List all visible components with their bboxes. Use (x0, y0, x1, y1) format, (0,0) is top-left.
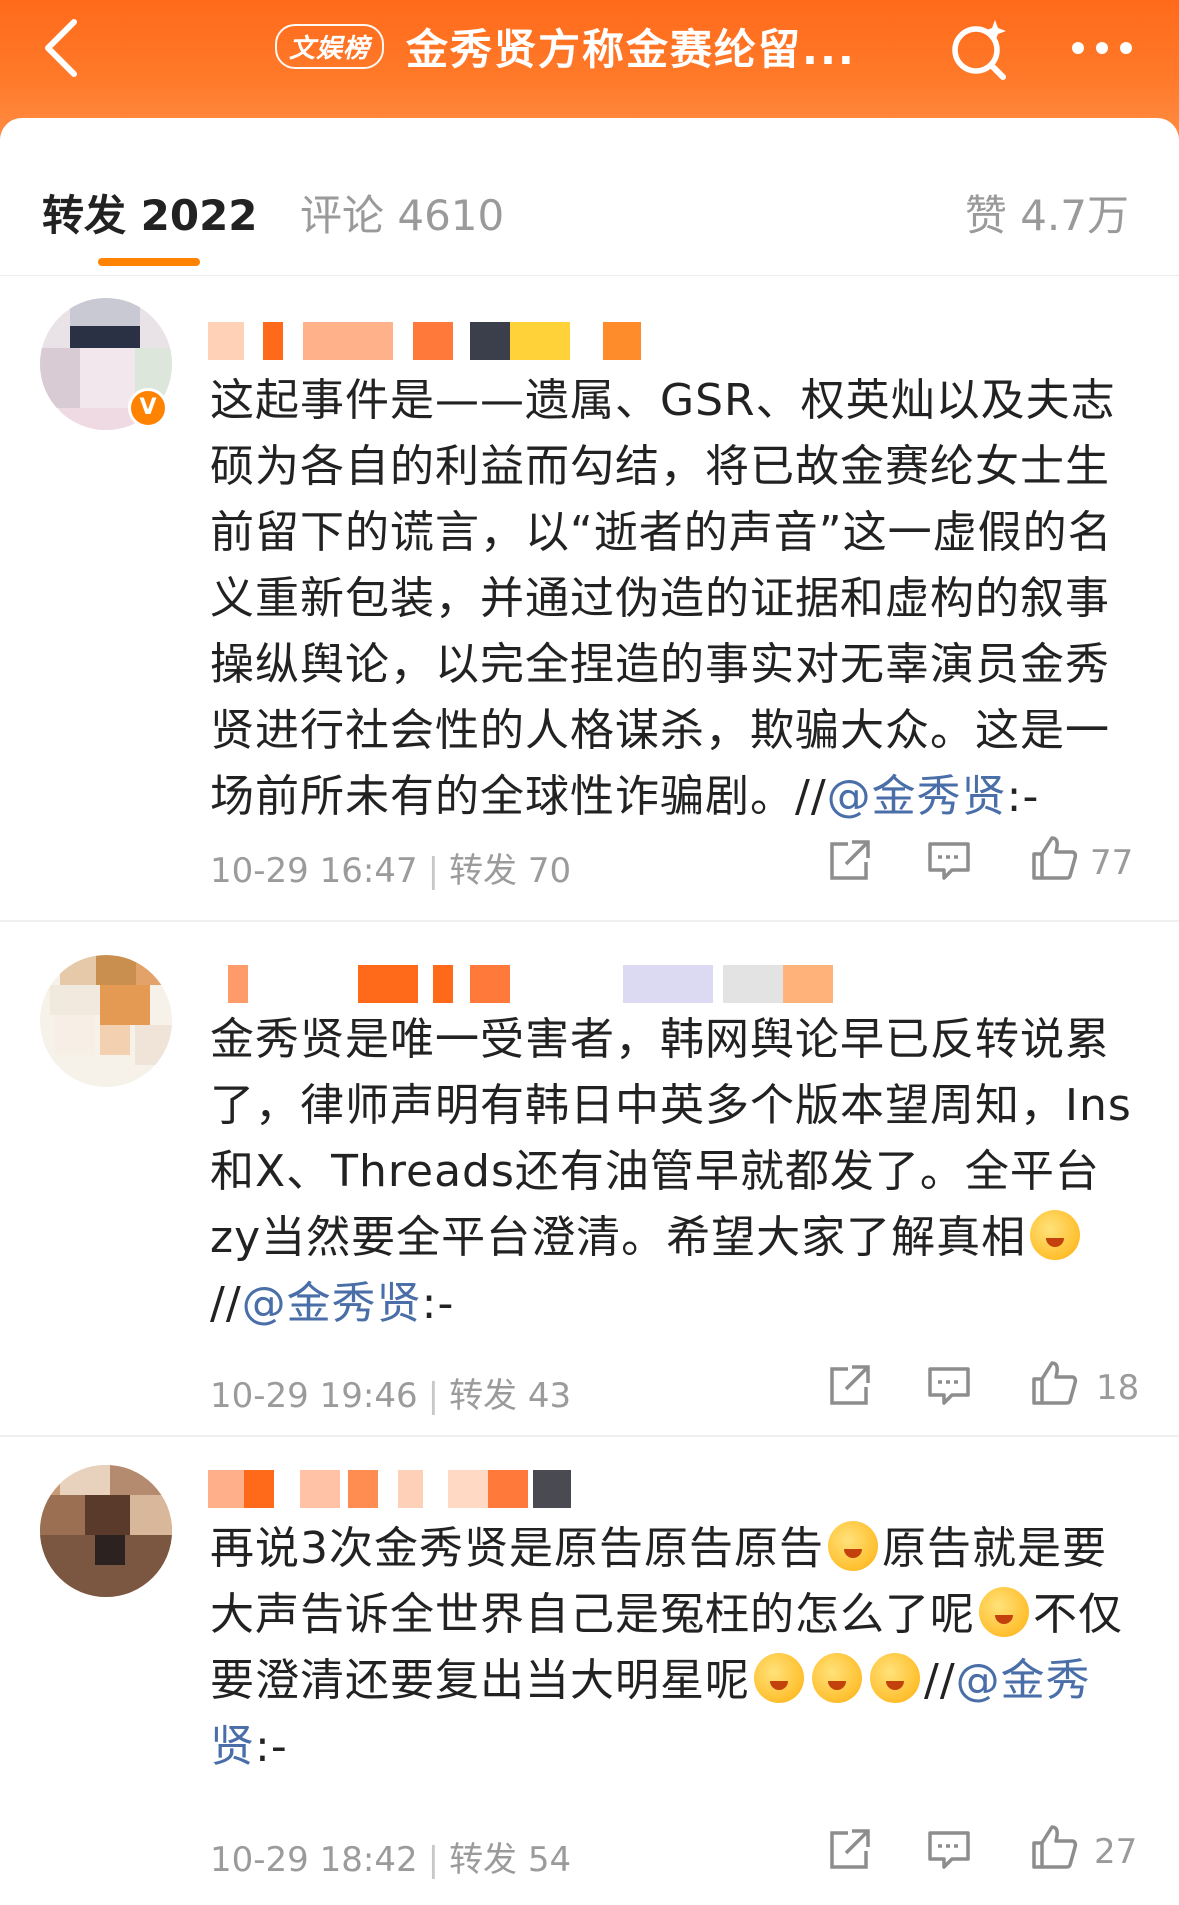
post-body: 再说3次金秀贤是原告原告原告 (210, 1523, 824, 1574)
comment-button[interactable] (926, 1827, 972, 1877)
like-count: 77 (1090, 843, 1134, 883)
post-suffix: :- (255, 1721, 288, 1772)
comment-button[interactable] (926, 1363, 972, 1413)
post-body: 这起事件是——遗属、GSR、权英灿以及夫志硕为各自的利益而勾结，将已故金赛纶女士… (210, 375, 1116, 822)
post-meta: 10-29 18:42 | 转发 54 (210, 1840, 572, 1880)
repost-count: 转发 43 (449, 1376, 572, 1416)
like-icon (1032, 836, 1078, 880)
post-meta: 10-29 16:47 | 转发 70 (210, 851, 572, 891)
tab-repost[interactable]: 转发 2022 (42, 182, 258, 243)
divider (0, 1435, 1179, 1437)
verified-badge: V (128, 388, 168, 428)
top-bar: 文娱榜 金秀贤方称金赛纶留... (0, 0, 1179, 158)
like-button[interactable] (1030, 1359, 1078, 1411)
post-suffix: :- (421, 1278, 455, 1329)
username[interactable] (208, 965, 833, 1005)
list-item: V 这起事件是——遗属、GSR、权英灿以及夫志硕为各自的利益而勾结，将已故金赛纶… (0, 290, 1179, 920)
comment-icon (928, 842, 970, 880)
content-sheet-edge (0, 118, 1179, 158)
mention-link[interactable]: @金秀贤 (242, 1278, 422, 1329)
timestamp: 10-29 19:46 (210, 1376, 418, 1416)
post-separator: // (924, 1655, 956, 1706)
emoji-icon (812, 1653, 862, 1703)
post-text: 再说3次金秀贤是原告原告原告 原告就是要大声告诉全世界自己是冤枉的怎么了呢 不仅要澄… (210, 1516, 1135, 1780)
back-button[interactable] (30, 12, 100, 82)
share-icon (830, 840, 870, 880)
more-dots-icon (1072, 42, 1132, 54)
timestamp: 10-29 16:47 (210, 851, 418, 891)
topic-badge: 文娱榜 (275, 23, 385, 69)
comment-icon (928, 1367, 970, 1405)
share-button[interactable] (826, 838, 872, 888)
share-icon (830, 1365, 870, 1405)
post-text: 这起事件是——遗属、GSR、权英灿以及夫志硕为各自的利益而勾结，将已故金赛纶女士… (210, 368, 1135, 830)
emoji-icon (979, 1587, 1029, 1637)
title-bar: 文娱榜 金秀贤方称金赛纶留... (275, 16, 856, 76)
repost-count: 转发 54 (449, 1840, 572, 1880)
more-button[interactable] (1060, 14, 1150, 84)
like-button[interactable] (1030, 1823, 1078, 1875)
like-button[interactable] (1030, 834, 1078, 886)
divider (0, 920, 1179, 922)
avatar[interactable] (40, 1465, 172, 1597)
like-count: 27 (1094, 1832, 1138, 1872)
post-meta: 10-29 19:46 | 转发 43 (210, 1376, 572, 1416)
list-item: 再说3次金秀贤是原告原告原告 原告就是要大声告诉全世界自己是冤枉的怎么了呢 不仅要澄… (0, 1450, 1179, 1905)
emoji-icon (828, 1521, 878, 1571)
emoji-icon (870, 1653, 920, 1703)
mention-link[interactable]: @金秀贤 (827, 771, 1007, 822)
page-title: 金秀贤方称金赛纶留... (406, 24, 856, 74)
username[interactable] (208, 322, 648, 362)
like-icon (1032, 1361, 1078, 1405)
back-arrow-icon (45, 19, 77, 77)
search-button[interactable] (945, 14, 1015, 84)
username[interactable] (208, 1470, 588, 1510)
comment-button[interactable] (926, 838, 972, 888)
search-sparkle-icon (952, 20, 1006, 80)
comment-icon (928, 1831, 970, 1869)
post-body: 金秀贤是唯一受害者，韩网舆论早已反转说累了，律师声明有韩日中英多个版本望周知，I… (210, 1014, 1132, 1263)
list-item: 金秀贤是唯一受害者，韩网舆论早已反转说累了，律师声明有韩日中英多个版本望周知，I… (0, 935, 1179, 1425)
active-tab-indicator (98, 258, 200, 266)
share-button[interactable] (826, 1363, 872, 1413)
post-text: 金秀贤是唯一受害者，韩网舆论早已反转说累了，律师声明有韩日中英多个版本望周知，I… (210, 1007, 1135, 1337)
emoji-icon (1030, 1210, 1081, 1260)
post-suffix: :- (1006, 771, 1040, 822)
avatar[interactable] (40, 955, 172, 1087)
share-icon (830, 1829, 870, 1869)
like-count: 18 (1096, 1368, 1140, 1408)
tab-comment[interactable]: 评论 4610 (300, 182, 504, 243)
post-separator: // (210, 1278, 242, 1329)
timestamp: 10-29 18:42 (210, 1840, 418, 1880)
repost-count: 转发 70 (449, 851, 572, 891)
tab-like[interactable]: 赞 4.7万 (965, 182, 1129, 243)
like-icon (1032, 1825, 1078, 1869)
emoji-icon (754, 1653, 804, 1703)
share-button[interactable] (826, 1827, 872, 1877)
tab-bar: 转发 2022 评论 4610 赞 4.7万 (0, 160, 1179, 276)
